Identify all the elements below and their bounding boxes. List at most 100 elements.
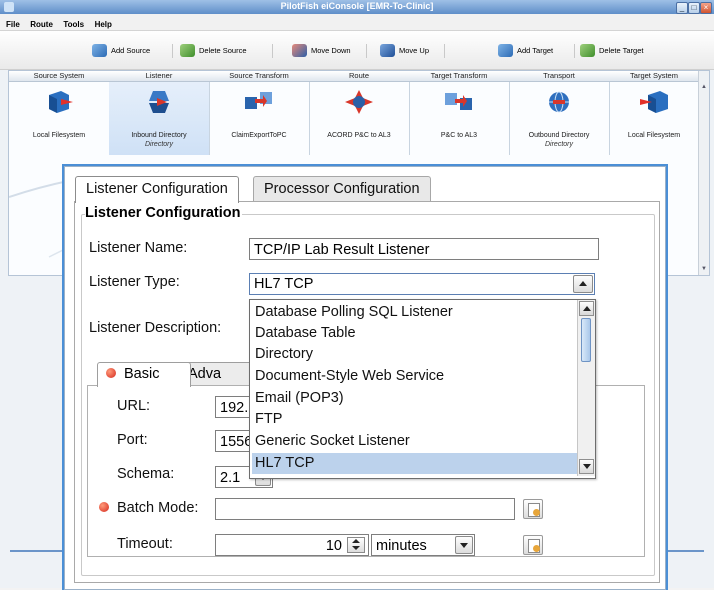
edit-icon <box>533 509 540 516</box>
menu-bar: File Route Tools Help <box>0 14 714 31</box>
timeout-unit-dropdown-button[interactable] <box>455 536 473 554</box>
flow-column-listener[interactable]: Listener Inbound Directory Directory <box>109 71 210 155</box>
timeout-value: 10 <box>325 538 342 554</box>
batch-mode-browse-button[interactable] <box>523 499 543 519</box>
toolbar-divider <box>574 44 575 58</box>
flow-label-text: P&C to AL3 <box>440 132 478 139</box>
delete-source-label: Delete Source <box>199 46 247 55</box>
chevron-down-icon <box>460 543 468 548</box>
title-bar: PilotFish eiConsole [EMR-To-Clinic] _ □ … <box>0 0 714 14</box>
scroll-down-button[interactable] <box>579 459 594 474</box>
move-up-button[interactable]: Move Up <box>380 43 429 59</box>
dropdown-option[interactable]: Database Table <box>252 323 577 344</box>
increment-icon[interactable] <box>352 539 360 543</box>
add-source-label: Add Source <box>111 46 151 55</box>
tab-basic[interactable]: Basic <box>97 362 191 387</box>
flow-label-text: ACORD P&C to AL3 <box>327 132 391 139</box>
dropdown-option[interactable]: Email (POP3) <box>252 388 577 409</box>
listener-name-label: Listener Name: <box>89 240 188 256</box>
scroll-down-icon[interactable]: ▼ <box>700 265 708 273</box>
flow-column-source-transform[interactable]: Source Transform ClaimExportToPC <box>209 71 310 155</box>
scroll-thumb[interactable] <box>581 318 591 362</box>
timeout-spinner[interactable]: 10 <box>215 534 369 556</box>
dropdown-option[interactable]: Directory <box>252 344 577 365</box>
flow-label: ClaimExportToPC <box>209 131 309 140</box>
menu-help[interactable]: Help <box>95 20 112 29</box>
group-title: Listener Configuration <box>85 205 243 221</box>
decrement-icon[interactable] <box>352 546 360 550</box>
scroll-up-icon[interactable]: ▲ <box>700 83 708 91</box>
flow-column-route[interactable]: Route ACORD P&C to AL3 <box>309 71 410 155</box>
xml-transform-icon <box>445 93 472 110</box>
required-indicator-icon <box>106 368 116 379</box>
scroll-up-button[interactable] <box>579 301 594 316</box>
flow-column-target-system[interactable]: Target System Local Filesystem <box>609 71 699 155</box>
flow-sublabel: Directory <box>144 141 173 148</box>
chevron-up-icon <box>583 306 591 311</box>
flow-label: Inbound Directory Directory <box>109 131 209 149</box>
add-target-button[interactable]: Add Target <box>498 43 553 59</box>
schema-value: 2.1 <box>220 470 241 486</box>
delete-target-label: Delete Target <box>599 46 644 55</box>
batch-mode-field[interactable] <box>215 498 515 520</box>
maximize-button[interactable]: □ <box>688 2 700 14</box>
url-label: URL: <box>117 398 151 414</box>
timeout-label: Timeout: <box>117 536 173 552</box>
column-header: Target System <box>609 71 699 82</box>
timeout-browse-button[interactable] <box>523 535 543 555</box>
flow-scrollbar[interactable]: ▲ ▼ <box>698 71 709 275</box>
dropdown-option[interactable]: Generic Socket Listener <box>252 431 577 452</box>
timeout-unit-select[interactable]: minutes <box>371 534 475 556</box>
move-down-label: Move Down <box>311 46 351 55</box>
listener-type-select[interactable]: HL7 TCP <box>249 273 595 295</box>
close-button[interactable]: × <box>700 2 712 14</box>
flow-label-text: Local Filesystem <box>627 132 681 139</box>
menu-tools[interactable]: Tools <box>63 20 84 29</box>
tab-listener-configuration[interactable]: Listener Configuration <box>75 176 239 203</box>
flow-label-text: Outbound Directory <box>528 132 590 139</box>
move-up-label: Move Up <box>399 46 430 55</box>
flow-label-text: Local Filesystem <box>32 132 86 139</box>
toolbar-divider <box>172 44 173 58</box>
move-down-button[interactable]: Move Down <box>292 43 351 59</box>
dropdown-option[interactable]: Document-Style Web Service <box>252 366 577 387</box>
flow-label: ACORD P&C to AL3 <box>309 131 409 140</box>
move-up-icon <box>380 44 395 57</box>
menu-file[interactable]: File <box>6 20 20 29</box>
batch-mode-label-text: Batch Mode: <box>117 500 199 516</box>
toolbar: Add Source Delete Source Move Down Move … <box>0 31 714 70</box>
delete-source-icon <box>180 44 195 57</box>
batch-mode-label: Batch Mode: <box>99 500 198 516</box>
cube-arrow-icon <box>49 91 73 113</box>
tab-advanced-label: Adva <box>188 366 222 382</box>
toolbar-divider <box>444 44 445 58</box>
flow-sublabel: Directory <box>544 141 573 148</box>
flow-column-transport[interactable]: Transport Outbound Directory Directory <box>509 71 610 155</box>
listener-description-label: Listener Description: <box>89 320 222 336</box>
column-header: Transport <box>509 71 609 82</box>
minimize-button[interactable]: _ <box>676 2 688 14</box>
flow-column-source-system[interactable]: Source System Local Filesystem <box>9 71 110 155</box>
timeout-stepper[interactable] <box>347 537 365 553</box>
dropdown-option-selected[interactable]: HL7 TCP <box>252 453 577 474</box>
flow-column-target-transform[interactable]: Target Transform P&C to AL3 <box>409 71 510 155</box>
dropdown-option[interactable]: Database Polling SQL Listener <box>252 302 577 323</box>
dropdown-option[interactable]: FTP <box>252 409 577 430</box>
menu-route[interactable]: Route <box>30 20 53 29</box>
listener-name-field[interactable]: TCP/IP Lab Result Listener <box>249 238 599 260</box>
listener-type-dropdown-button[interactable] <box>573 275 593 293</box>
dropdown-scrollbar[interactable] <box>577 300 595 476</box>
listener-type-dropdown-list: Database Polling SQL Listener Database T… <box>249 299 596 479</box>
port-label: Port: <box>117 432 148 448</box>
tab-processor-configuration[interactable]: Processor Configuration <box>253 176 431 202</box>
add-source-button[interactable]: Add Source <box>92 43 150 59</box>
flow-label: P&C to AL3 <box>409 131 509 140</box>
add-target-label: Add Target <box>517 46 554 55</box>
flow-label-text: ClaimExportToPC <box>231 132 287 139</box>
listener-type-label: Listener Type: <box>89 274 180 290</box>
flow-label-text: Inbound Directory <box>131 132 187 139</box>
delete-source-button[interactable]: Delete Source <box>180 43 247 59</box>
listener-configuration-dialog: Listener Configuration Processor Configu… <box>64 166 666 590</box>
toolbar-divider <box>366 44 367 58</box>
delete-target-button[interactable]: Delete Target <box>580 43 643 59</box>
